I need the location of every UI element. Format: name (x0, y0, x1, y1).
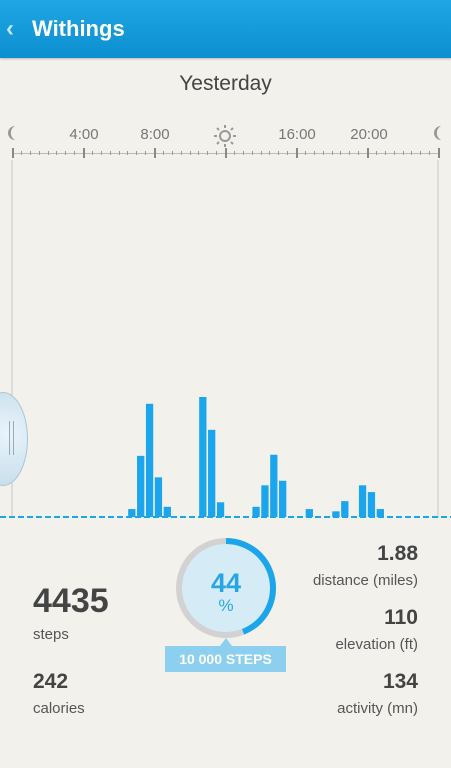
chart-bar (376, 509, 384, 517)
moon-icon (434, 126, 441, 140)
activity-label: activity (mn) (337, 700, 418, 717)
axis-tick (127, 151, 129, 155)
axis-tick (29, 151, 31, 155)
chart-bar (137, 455, 145, 517)
axis-tick (358, 151, 360, 155)
elevation-value: 110 (384, 606, 418, 629)
axis-tick (411, 151, 413, 155)
chart-bar (358, 485, 367, 517)
axis-tick (242, 151, 244, 155)
chart-bar (216, 502, 225, 517)
axis-tick (287, 151, 289, 155)
axis-tick (47, 151, 49, 155)
axis-tick (12, 148, 14, 158)
chart-bar (305, 509, 313, 517)
steps-label: steps (33, 626, 69, 643)
app-title[interactable]: Withings (32, 16, 125, 42)
stats-panel: 4435 steps 242 calories 1.88 distance (m… (0, 520, 451, 768)
axis-tick (38, 151, 40, 155)
time-label-20: 20:00 (350, 126, 388, 143)
goal-steps-badge[interactable]: 10 000 STEPS (165, 646, 286, 672)
axis-tick (367, 148, 369, 158)
goal-percent-symbol: % (218, 596, 234, 615)
moon-icon (8, 126, 15, 140)
axis-tick (393, 151, 395, 155)
axis-tick (438, 148, 440, 158)
axis-tick (269, 151, 271, 155)
axis-tick (100, 151, 102, 155)
axis-tick (322, 151, 324, 155)
axis-tick (313, 151, 315, 155)
chart-bar (332, 511, 340, 517)
chart-bar (261, 485, 269, 517)
axis-tick (20, 151, 22, 155)
chart-bar (128, 509, 136, 517)
handle-grip-icon (9, 421, 14, 455)
axis-tick (91, 151, 93, 155)
axis-tick (207, 151, 209, 155)
axis-tick (233, 151, 235, 155)
axis-tick (74, 151, 76, 155)
axis-tick (109, 151, 111, 155)
day-label[interactable]: Yesterday (0, 72, 451, 96)
axis-tick (420, 151, 422, 155)
axis-tick (118, 151, 120, 155)
chart-bar (163, 506, 171, 517)
back-chevron-icon[interactable]: ‹ (6, 15, 26, 43)
axis-tick (331, 151, 333, 155)
calories-label: calories (33, 700, 85, 717)
axis-tick (304, 151, 306, 155)
axis-tick (278, 151, 280, 155)
axis-tick (154, 148, 156, 158)
distance-value: 1.88 (377, 542, 418, 565)
chart-bar (341, 501, 349, 517)
axis-tick (56, 151, 58, 155)
elevation-label: elevation (ft) (335, 636, 418, 653)
axis-tick (198, 151, 200, 155)
chart-bar (279, 480, 287, 517)
axis-tick (136, 151, 138, 155)
time-axis: 4:00 8:00 16:00 20:00 (0, 120, 451, 160)
axis-tick (349, 151, 351, 155)
axis-tick (251, 151, 253, 155)
chart-bar (208, 429, 216, 517)
axis-tick (260, 151, 262, 155)
goal-pointer (220, 638, 232, 646)
time-label-4: 4:00 (69, 126, 99, 143)
chart-bar (367, 492, 376, 517)
app-header: ‹ Withings (0, 0, 451, 58)
axis-tick (180, 151, 182, 155)
chart-bar (145, 403, 154, 517)
axis-tick (162, 151, 164, 155)
chart-bar (199, 397, 207, 517)
activity-value: 134 (382, 670, 418, 693)
axis-tick (171, 151, 173, 155)
axis-tick (225, 148, 227, 158)
axis-tick (340, 151, 342, 155)
chart-bar (270, 454, 278, 517)
distance-label: distance (miles) (312, 572, 418, 589)
axis-tick (189, 151, 191, 155)
sun-icon (214, 125, 236, 147)
axis-tick (296, 148, 298, 158)
axis-tick (402, 151, 404, 155)
axis-tick (384, 151, 386, 155)
chart-bar (252, 506, 260, 517)
goal-progress-ring[interactable]: 44 % (174, 536, 278, 640)
axis-tick (145, 151, 147, 155)
axis-tick (429, 151, 431, 155)
time-label-8: 8:00 (140, 126, 170, 143)
goal-percent: 44 (210, 568, 242, 598)
steps-value: 4435 (33, 582, 109, 620)
time-label-16: 16:00 (278, 126, 316, 143)
chart-bar (154, 477, 163, 517)
steps-chart[interactable] (0, 160, 451, 520)
bars-group (128, 397, 384, 517)
axis-tick (83, 148, 85, 158)
calories-value: 242 (33, 670, 69, 693)
axis-tick (216, 151, 218, 155)
axis-tick (65, 151, 67, 155)
axis-tick (375, 151, 377, 155)
